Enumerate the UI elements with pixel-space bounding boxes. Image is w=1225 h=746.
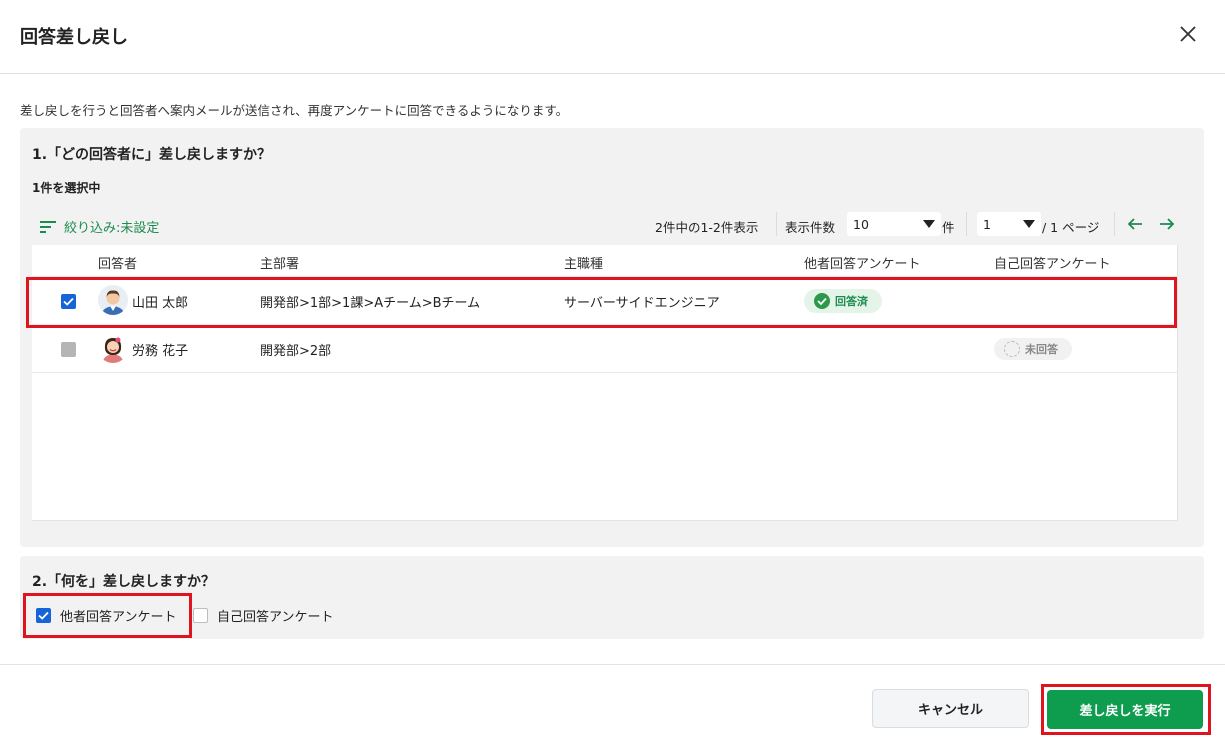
- range-text: 2件中の1-2件表示: [655, 220, 759, 235]
- option-label: 自己回答アンケート: [217, 610, 334, 625]
- page-size-label: 表示件数: [785, 220, 836, 235]
- highlight-box: [23, 593, 192, 638]
- option-self-survey[interactable]: 自己回答アンケート: [193, 606, 333, 625]
- chevron-down-icon: [1023, 220, 1035, 228]
- table-header: 回答者 主部署 主職種 他者回答アンケート 自己回答アンケート: [32, 245, 1178, 277]
- dashed-circle-icon: [1004, 341, 1020, 357]
- page-size-unit: 件: [942, 220, 955, 235]
- target-section: 2.「何を」差し戻しますか？ 他者回答アンケート 自己回答アンケート: [20, 556, 1204, 639]
- page-suffix: / 1 ページ: [1042, 220, 1100, 235]
- section1-heading: 1.「どの回答者に」差し戻しますか？: [32, 147, 272, 163]
- footer-divider: [0, 664, 1225, 665]
- prev-page-arrow-icon[interactable]: [1126, 216, 1144, 232]
- column-header: 回答者: [98, 257, 138, 272]
- dialog-description: 差し戻しを行うと回答者へ案内メールが送信され、再度アンケートに回答できるようにな…: [20, 103, 569, 118]
- column-header: 主職種: [564, 257, 604, 272]
- page-size-value: 10: [853, 216, 869, 232]
- avatar: [98, 333, 128, 363]
- row-checkbox[interactable]: [61, 342, 76, 357]
- chevron-down-icon: [923, 220, 935, 228]
- divider: [966, 212, 967, 236]
- respondent-section: 1.「どの回答者に」差し戻しますか？ 1件を選択中 絞り込み:未設定 2件中の1…: [20, 128, 1204, 547]
- filter-icon: [40, 220, 56, 233]
- checkbox[interactable]: [193, 608, 208, 623]
- divider: [776, 212, 777, 236]
- highlight-box: [26, 277, 1177, 328]
- highlight-box: [1041, 684, 1211, 735]
- divider: [1114, 212, 1115, 236]
- status-text: 未回答: [1025, 343, 1058, 356]
- status-badge: 未回答: [994, 338, 1072, 360]
- table-row[interactable]: 労務 花子 開発部>2部 未回答: [32, 325, 1178, 373]
- department-cell: 開発部>2部: [260, 344, 332, 359]
- column-header: 他者回答アンケート: [804, 257, 921, 272]
- close-icon[interactable]: [1176, 22, 1200, 46]
- section2-heading: 2.「何を」差し戻しますか？: [32, 574, 216, 590]
- dialog-title: 回答差し戻し: [20, 27, 128, 48]
- next-page-arrow-icon[interactable]: [1158, 216, 1176, 232]
- page-value: 1: [983, 216, 991, 232]
- filter-label: 絞り込み:未設定: [64, 221, 160, 236]
- column-header: 自己回答アンケート: [994, 257, 1111, 272]
- selected-count: 1件を選択中: [32, 181, 101, 195]
- dialog-header: 回答差し戻し: [0, 0, 1225, 74]
- cancel-button[interactable]: キャンセル: [872, 689, 1029, 728]
- filter-button[interactable]: 絞り込み:未設定: [40, 217, 159, 236]
- respondent-name: 労務 花子: [132, 344, 189, 359]
- column-header: 主部署: [260, 257, 300, 272]
- page-select[interactable]: 1: [977, 212, 1041, 236]
- page-size-select[interactable]: 10: [847, 212, 941, 236]
